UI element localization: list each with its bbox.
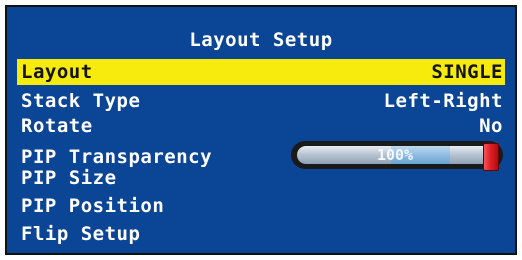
slider-track: 100% [297, 146, 493, 164]
menu-item-label: PIP Size [21, 167, 117, 189]
menu-item-layout[interactable]: Layout SINGLE [17, 59, 505, 85]
menu-item-label: PIP Position [21, 195, 165, 217]
menu-item-pip-position[interactable]: PIP Position [17, 193, 505, 219]
menu-title: Layout Setup [189, 29, 333, 51]
pip-transparency-slider[interactable]: 100% [291, 141, 503, 171]
menu-item-value: SINGLE [431, 61, 503, 83]
slider-value-label: 100% [376, 146, 414, 164]
menu-item-value: Left-Right [383, 90, 503, 112]
osd-menu-panel: Layout Setup Layout SINGLE Stack Type Le… [5, 5, 517, 255]
menu-item-label: Rotate [21, 115, 93, 137]
menu-item-rotate[interactable]: Rotate No [17, 113, 505, 139]
slider-handle[interactable] [483, 143, 499, 171]
menu-item-value: No [479, 115, 503, 137]
menu-item-flip-setup[interactable]: Flip Setup [17, 221, 505, 247]
menu-item-label: Layout [21, 61, 93, 83]
menu-item-label: Flip Setup [21, 223, 141, 245]
menu-item-stack-type[interactable]: Stack Type Left-Right [17, 88, 505, 114]
menu-item-label: Stack Type [21, 90, 141, 112]
